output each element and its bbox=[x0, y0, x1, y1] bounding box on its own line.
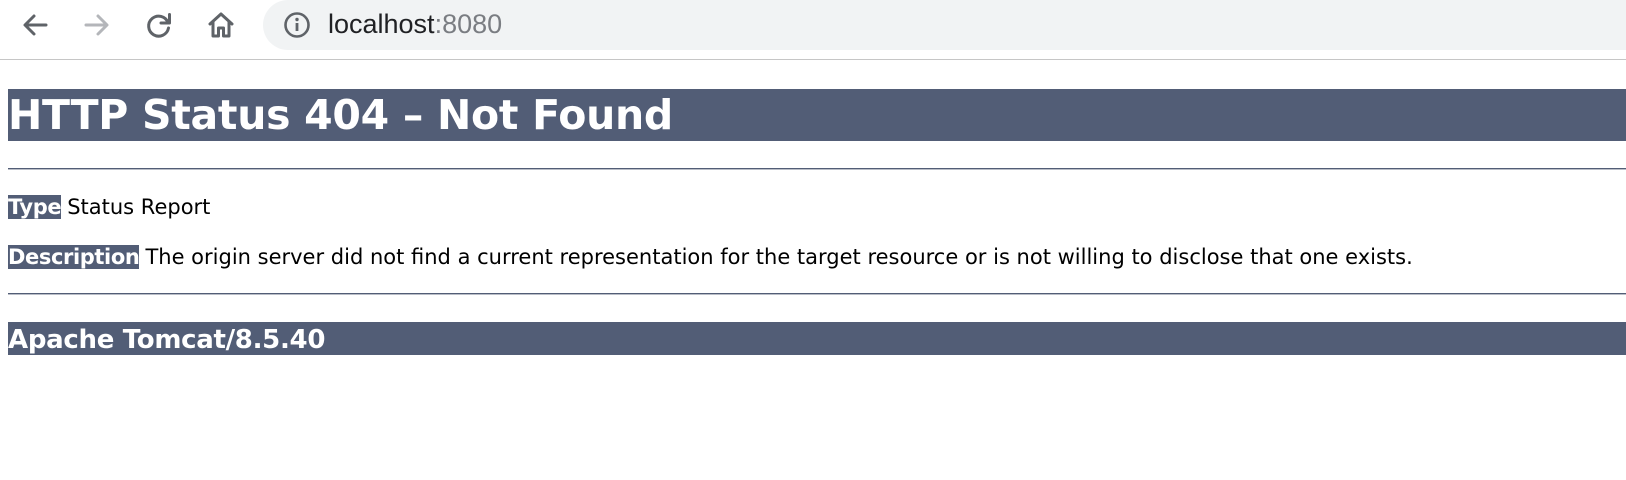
url-host: localhost bbox=[328, 9, 435, 39]
url-text[interactable]: localhost:8080 bbox=[328, 6, 502, 42]
home-icon bbox=[208, 12, 234, 38]
type-label: Type bbox=[8, 195, 62, 219]
arrow-left-icon bbox=[23, 14, 48, 36]
arrow-right-icon bbox=[84, 14, 109, 36]
url-port: :8080 bbox=[434, 9, 503, 39]
description-label: Description bbox=[8, 245, 140, 269]
address-bar[interactable]: localhost:8080 bbox=[263, 0, 1626, 50]
home-button[interactable] bbox=[201, 5, 241, 45]
divider-top bbox=[8, 168, 1626, 170]
reload-button[interactable] bbox=[139, 5, 179, 45]
server-version: Apache Tomcat/8.5.40 bbox=[8, 322, 1626, 355]
type-row: Type Status Report bbox=[8, 194, 210, 221]
site-info-button[interactable] bbox=[281, 9, 313, 41]
back-button[interactable] bbox=[15, 5, 55, 45]
description-row: Description The origin server did not fin… bbox=[8, 244, 1413, 271]
reload-icon bbox=[147, 13, 171, 38]
type-value: Status Report bbox=[67, 195, 211, 219]
page-title: HTTP Status 404 – Not Found bbox=[8, 89, 1626, 141]
divider-bottom bbox=[8, 293, 1626, 295]
description-value: The origin server did not find a current… bbox=[145, 245, 1413, 269]
browser-toolbar: localhost:8080 bbox=[0, 0, 1626, 60]
forward-button[interactable] bbox=[77, 5, 117, 45]
info-circle-icon bbox=[284, 12, 310, 38]
